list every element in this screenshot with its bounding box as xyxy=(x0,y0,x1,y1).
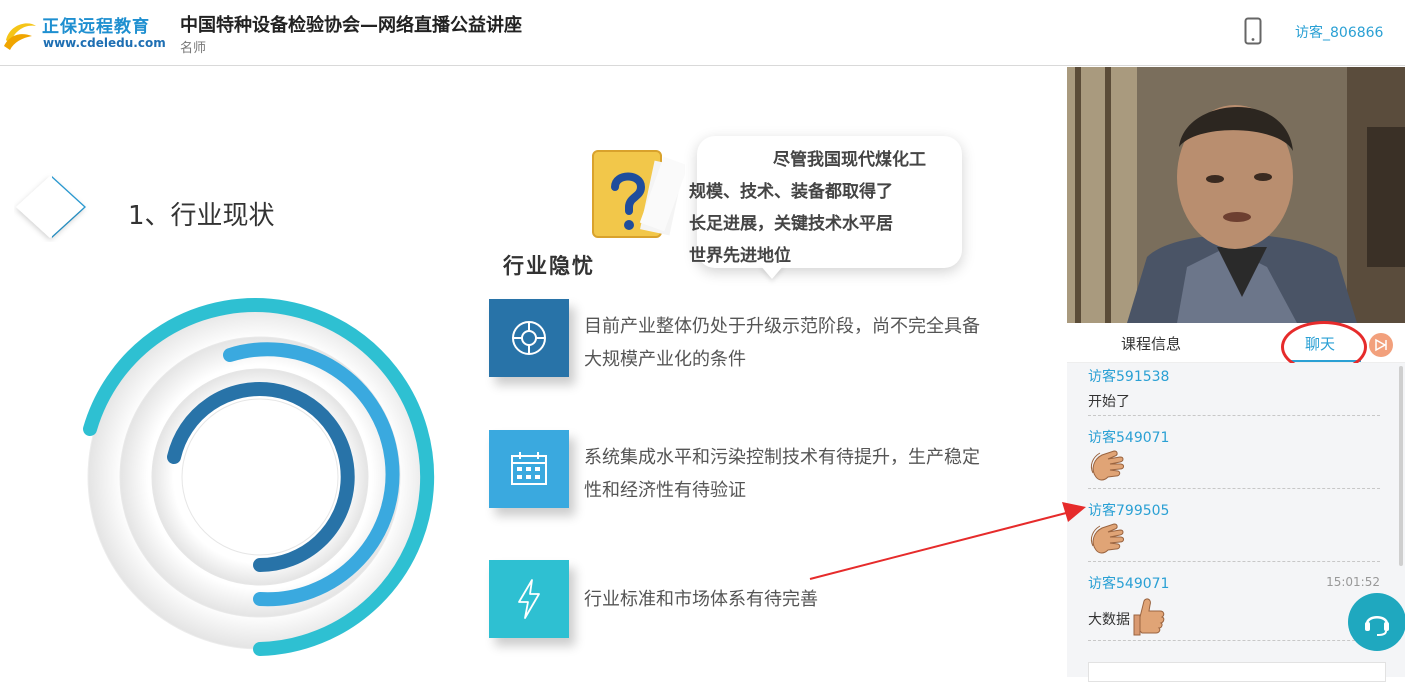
sidebar-tabs: 课程信息 聊天 xyxy=(1067,321,1405,373)
lightning-icon xyxy=(518,579,540,619)
question-folder-icon xyxy=(592,150,685,238)
speech-bubble: 尽管我国现代煤化工 规模、技术、装备都取得了 长足进展，关键技术水平居 世界先进… xyxy=(689,136,962,268)
lecturer-video[interactable] xyxy=(1067,67,1405,323)
chat-input[interactable] xyxy=(1088,662,1386,682)
logo-url: www.cdeledu.com xyxy=(43,36,166,50)
calendar-icon xyxy=(511,452,547,485)
chat-message: 访客549071 xyxy=(1088,427,1380,489)
clap-icon xyxy=(1090,523,1124,554)
slide-heading: 1、行业现状 xyxy=(128,201,275,231)
clap-icon xyxy=(1090,450,1124,481)
top-header: 正保远程教育 www.cdeledu.com 中国特种设备检验协会—网络直播公益… xyxy=(0,0,1405,66)
logo-text: 正保远程教育 xyxy=(42,17,150,37)
concentric-rings-graphic xyxy=(83,298,435,656)
section-diamond-icon xyxy=(16,176,86,238)
chat-text: 大数据 xyxy=(1088,612,1130,628)
presentation-slide: 1、行业现状 尽管我国现代煤化工 规模、技术、装备都取得了 长足进展，关键技术水… xyxy=(0,67,1067,677)
bubble-line-1: 尽管我国现代煤化工 xyxy=(773,150,926,170)
item-2-icon-box xyxy=(489,430,569,508)
item-1-icon-box xyxy=(489,299,569,377)
chat-sender: 访客799505 xyxy=(1088,503,1170,519)
collapse-toggle-button[interactable] xyxy=(1369,333,1393,357)
bubble-text: 尽管我国现代煤化工 规模、技术、装备都取得了 长足进展，关键技术水平居 世界先进… xyxy=(689,144,952,272)
item-3-icon-box xyxy=(489,560,569,638)
chat-text: 开始了 xyxy=(1088,394,1130,410)
headset-icon xyxy=(1365,616,1389,636)
thumbs-up-icon xyxy=(1133,598,1165,636)
bubble-line-3: 长足进展，关键技术水平居 xyxy=(689,214,893,234)
bubble-line-4: 世界先进地位 xyxy=(689,246,791,266)
chat-message: 访客549071 15:01:52 大数据 xyxy=(1088,573,1380,641)
tab-course-info[interactable]: 课程信息 xyxy=(1121,333,1181,354)
chat-scrollbar[interactable] xyxy=(1399,366,1403,566)
bubble-tail xyxy=(760,265,784,279)
chat-content: 大数据 xyxy=(1088,597,1380,637)
play-arrow-icon xyxy=(1375,338,1387,352)
user-name[interactable]: 访客_806866 xyxy=(1295,22,1383,42)
chat-sender: 访客549071 xyxy=(1088,430,1170,446)
bubble-line-2: 规模、技术、装备都取得了 xyxy=(689,182,893,202)
page-subtitle: 名师 xyxy=(180,41,207,56)
chat-timestamp: 15:01:52 xyxy=(1326,575,1380,589)
brand-logo[interactable]: 正保远程教育 www.cdeledu.com xyxy=(0,8,170,58)
item-2-text: 系统集成水平和污染控制技术有待提升，生产稳定性和经济性有待验证 xyxy=(584,447,980,501)
item-1-text: 目前产业整体仍处于升级示范阶段，尚不完全具备大规模产业化的条件 xyxy=(584,316,980,370)
logo-mark-icon xyxy=(4,23,36,50)
page-title: 中国特种设备检验协会—网络直播公益讲座 xyxy=(180,15,522,36)
item-3-text: 行业标准和市场体系有待完善 xyxy=(584,589,818,610)
risk-title: 行业隐忧 xyxy=(503,254,595,278)
chat-message: 访客591538 开始了 xyxy=(1088,366,1380,416)
chat-sender: 访客591538 xyxy=(1088,369,1170,385)
mobile-phone-icon[interactable] xyxy=(1244,17,1262,45)
customer-support-button[interactable] xyxy=(1348,593,1405,651)
chat-message: 访客799505 xyxy=(1088,500,1380,562)
lifebuoy-icon xyxy=(512,321,546,355)
video-frame xyxy=(1067,67,1405,323)
